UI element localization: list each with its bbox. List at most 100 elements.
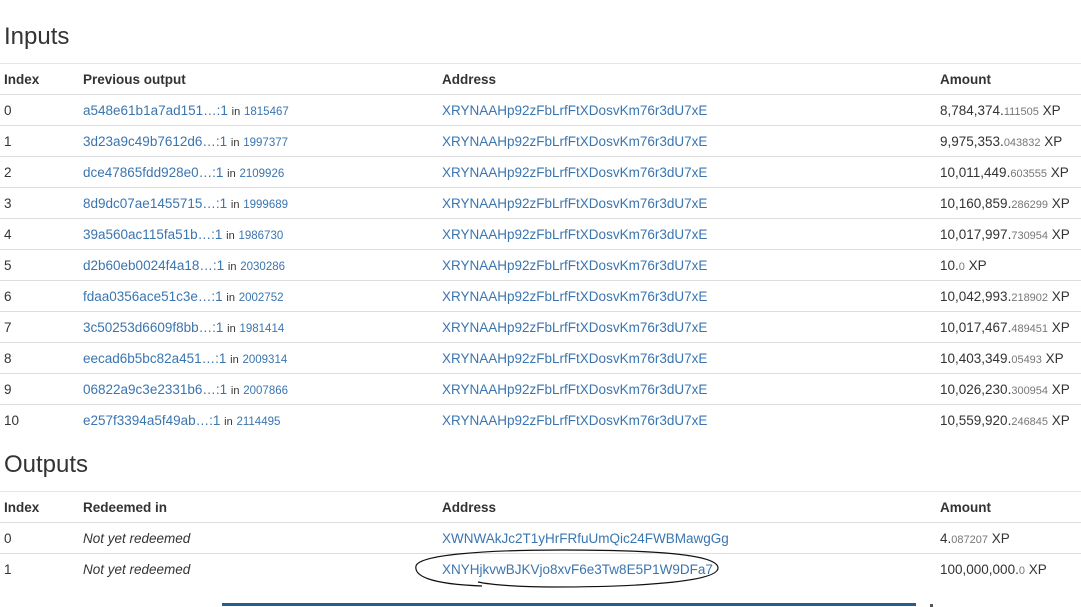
block-height-link[interactable]: 2007866 (243, 385, 288, 397)
amount-cell: 100,000,000.0 XP (936, 553, 1081, 584)
block-height-link[interactable]: 1815467 (244, 106, 289, 118)
amount-cell: 10.0 XP (936, 249, 1081, 281)
scroll-progress-bar (222, 603, 916, 606)
redeemed-status-cell: Not yet redeemed (79, 522, 438, 554)
amount-unit: XP (1041, 350, 1064, 366)
address-cell: XRYNAAHp92zFbLrfFtXDosvKm76r3dU7xE (438, 342, 936, 374)
outputs-header-row: Index Redeemed in Address Amount (0, 491, 1081, 523)
outputs-header-address: Address (438, 491, 936, 523)
address-cell: XRYNAAHp92zFbLrfFtXDosvKm76r3dU7xE (438, 404, 936, 435)
table-row: 7 3c50253d6609f8bb…:1 in 1981414 XRYNAAHp9… (0, 311, 1081, 343)
index-cell: 9 (0, 373, 79, 405)
outputs-section-title: Outputs (4, 451, 89, 478)
address-link[interactable]: XRYNAAHp92zFbLrfFtXDosvKm76r3dU7xE (442, 289, 707, 304)
table-row: 10 e257f3394a5f49ab…:1 in 2114495 XRYNAAHp… (0, 404, 1081, 435)
index-cell: 6 (0, 280, 79, 312)
address-cell: XRYNAAHp92zFbLrfFtXDosvKm76r3dU7xE (438, 156, 936, 188)
block-height-link[interactable]: 2002752 (239, 292, 284, 304)
address-link[interactable]: XRYNAAHp92zFbLrfFtXDosvKm76r3dU7xE (442, 103, 707, 118)
block-height-link[interactable]: 1997377 (243, 137, 288, 149)
index-cell: 3 (0, 187, 79, 219)
previous-output-link[interactable]: 06822a9c3e2331b6…:1 (83, 382, 227, 397)
amount-cell: 10,042,993.218902 XP (936, 280, 1081, 312)
amount-fraction: 043832 (1003, 136, 1041, 149)
address-link[interactable]: XRYNAAHp92zFbLrfFtXDosvKm76r3dU7xE (442, 134, 707, 149)
previous-output-link[interactable]: fdaa0356ace51c3e…:1 (83, 289, 223, 304)
redeemed-status-cell: Not yet redeemed (79, 553, 438, 584)
amount-unit: XP (1048, 288, 1070, 304)
amount-cell: 10,011,449.603555 XP (936, 156, 1081, 188)
inputs-table: Index Previous output Address Amount 0 a5… (0, 63, 1081, 435)
previous-output-link[interactable]: 39a560ac115fa51b…:1 (83, 227, 222, 242)
table-row: 8 eecad6b5bc82a451…:1 in 2009314 XRYNAAHp9… (0, 342, 1081, 374)
previous-output-cell: eecad6b5bc82a451…:1 in 2009314 (79, 342, 438, 374)
previous-output-link[interactable]: 3c50253d6609f8bb…:1 (83, 320, 223, 335)
amount-integer: 10,403,349. (940, 350, 1012, 366)
index-cell: 0 (0, 522, 79, 554)
amount-unit: XP (1048, 319, 1070, 335)
amount-fraction: 489451 (1011, 322, 1049, 335)
inputs-header-amount: Amount (936, 63, 1081, 95)
previous-output-cell: dce47865fdd928e0…:1 in 2109926 (79, 156, 438, 188)
amount-unit: XP (1048, 381, 1070, 397)
block-height-link[interactable]: 1999689 (243, 199, 288, 211)
table-row: 3 8d9dc07ae1455715…:1 in 1999689 XRYNAAHp9… (0, 187, 1081, 219)
address-cell: XRYNAAHp92zFbLrfFtXDosvKm76r3dU7xE (438, 94, 936, 126)
previous-output-link[interactable]: 8d9dc07ae1455715…:1 (83, 196, 227, 211)
address-link[interactable]: XRYNAAHp92zFbLrfFtXDosvKm76r3dU7xE (442, 196, 707, 211)
amount-fraction: 111505 (1003, 105, 1039, 118)
inputs-header-row: Index Previous output Address Amount (0, 63, 1081, 95)
previous-output-link[interactable]: a548e61b1a7ad151…:1 (83, 103, 228, 118)
index-cell: 8 (0, 342, 79, 374)
amount-integer: 10,160,859. (940, 195, 1012, 211)
address-cell: XRYNAAHp92zFbLrfFtXDosvKm76r3dU7xE (438, 249, 936, 281)
hand-drawn-circle-annotation (415, 549, 719, 588)
previous-output-link[interactable]: d2b60eb0024f4a18…:1 (83, 258, 224, 273)
address-link[interactable]: XWNWAkJc2T1yHrFRfuUmQic24FWBMawgGg (442, 531, 729, 546)
amount-integer: 8,784,374. (940, 102, 1004, 118)
previous-output-link[interactable]: e257f3394a5f49ab…:1 (83, 413, 220, 428)
block-height-link[interactable]: 1986730 (238, 230, 283, 242)
in-label: in (230, 353, 239, 366)
in-label: in (231, 105, 241, 118)
table-row: 6 fdaa0356ace51c3e…:1 in 2002752 XRYNAAHp9… (0, 280, 1081, 312)
previous-output-link[interactable]: dce47865fdd928e0…:1 (83, 165, 223, 180)
amount-unit: XP (1024, 561, 1047, 577)
previous-output-cell: 3d23a9c49b7612d6…:1 in 1997377 (79, 125, 438, 157)
address-cell: XRYNAAHp92zFbLrfFtXDosvKm76r3dU7xE (438, 311, 936, 343)
block-height-link[interactable]: 2009314 (242, 354, 287, 366)
address-link[interactable]: XRYNAAHp92zFbLrfFtXDosvKm76r3dU7xE (442, 227, 707, 242)
block-height-link[interactable]: 2114495 (236, 416, 280, 428)
address-link[interactable]: XRYNAAHp92zFbLrfFtXDosvKm76r3dU7xE (442, 165, 707, 180)
previous-output-cell: 8d9dc07ae1455715…:1 in 1999689 (79, 187, 438, 219)
block-height-link[interactable]: 1981414 (239, 323, 284, 335)
address-link[interactable]: XRYNAAHp92zFbLrfFtXDosvKm76r3dU7xE (442, 320, 707, 335)
address-link[interactable]: XRYNAAHp92zFbLrfFtXDosvKm76r3dU7xE (442, 351, 707, 366)
inputs-section-title: Inputs (4, 23, 70, 50)
in-label: in (226, 291, 235, 304)
address-link[interactable]: XRYNAAHp92zFbLrfFtXDosvKm76r3dU7xE (442, 382, 707, 397)
previous-output-cell: fdaa0356ace51c3e…:1 in 2002752 (79, 280, 438, 312)
amount-unit: XP (1048, 412, 1070, 428)
address-cell: XRYNAAHp92zFbLrfFtXDosvKm76r3dU7xE (438, 373, 936, 405)
previous-output-cell: 06822a9c3e2331b6…:1 in 2007866 (79, 373, 438, 405)
address-link[interactable]: XRYNAAHp92zFbLrfFtXDosvKm76r3dU7xE (442, 413, 707, 428)
amount-cell: 10,026,230.300954 XP (936, 373, 1081, 405)
amount-unit: XP (1038, 102, 1061, 118)
previous-output-link[interactable]: 3d23a9c49b7612d6…:1 (83, 134, 227, 149)
amount-fraction: 300954 (1011, 384, 1049, 397)
previous-output-cell: a548e61b1a7ad151…:1 in 1815467 (79, 94, 438, 126)
previous-output-link[interactable]: eecad6b5bc82a451…:1 (83, 351, 226, 366)
address-cell: XRYNAAHp92zFbLrfFtXDosvKm76r3dU7xE (438, 125, 936, 157)
block-height-link[interactable]: 2030286 (240, 261, 285, 273)
amount-integer: 10,042,993. (940, 288, 1012, 304)
table-row: 5 d2b60eb0024f4a18…:1 in 2030286 XRYNAAHp9… (0, 249, 1081, 281)
index-cell: 1 (0, 125, 79, 157)
table-row: 9 06822a9c3e2331b6…:1 in 2007866 XRYNAAHp9… (0, 373, 1081, 405)
amount-integer: 10,011,449. (940, 164, 1011, 180)
index-cell: 10 (0, 404, 79, 435)
inputs-header-previous-output: Previous output (79, 63, 438, 95)
block-height-link[interactable]: 2109926 (239, 168, 284, 180)
inputs-header-address: Address (438, 63, 936, 95)
address-link[interactable]: XRYNAAHp92zFbLrfFtXDosvKm76r3dU7xE (442, 258, 707, 273)
